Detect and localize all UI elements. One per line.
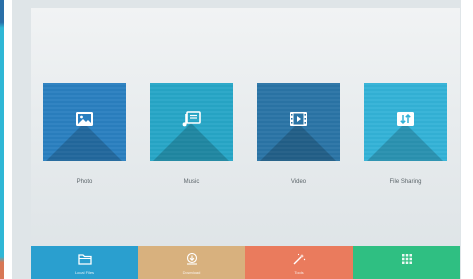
music-icon bbox=[182, 111, 201, 127]
tile-shadow bbox=[150, 123, 233, 161]
tile-shadow bbox=[257, 123, 340, 161]
apps-grid-icon bbox=[401, 254, 412, 264]
image-icon bbox=[76, 112, 93, 126]
dock-download-label: Download bbox=[182, 270, 201, 275]
tv-media-screen: Photo Music Video File Sharing Local Fil… bbox=[0, 0, 473, 279]
right-bezel bbox=[461, 0, 473, 279]
media-home: Photo Music Video File Sharing Local Fil… bbox=[31, 8, 460, 279]
folder-icon bbox=[77, 254, 92, 265]
photo-label: Photo bbox=[76, 179, 93, 185]
bottom-dock: Local Files Download Tools bbox=[31, 246, 460, 279]
video-label: Video bbox=[290, 179, 307, 185]
magic-wand-icon bbox=[293, 253, 306, 265]
left-bezel bbox=[0, 0, 12, 279]
music-tile[interactable] bbox=[150, 83, 233, 161]
photo-tile[interactable] bbox=[43, 83, 126, 161]
dock-download[interactable]: Download bbox=[138, 246, 245, 279]
music-label: Music bbox=[183, 179, 200, 185]
tile-shadow bbox=[43, 123, 126, 161]
dock-tools-label: Tools bbox=[294, 270, 304, 275]
dock-local-files[interactable]: Local Files bbox=[31, 246, 138, 279]
file-sharing-label: File Sharing bbox=[389, 179, 422, 185]
file-sharing-tile[interactable] bbox=[364, 83, 447, 161]
dock-tools[interactable]: Tools bbox=[245, 246, 353, 279]
video-tile[interactable] bbox=[257, 83, 340, 161]
download-icon bbox=[186, 253, 197, 265]
dock-apps[interactable] bbox=[353, 246, 460, 279]
left-bezel-accent bbox=[0, 0, 4, 279]
video-icon bbox=[290, 112, 307, 126]
file-sharing-icon bbox=[397, 112, 414, 126]
tile-shadow bbox=[364, 123, 447, 161]
dock-local-files-label: Local Files bbox=[74, 270, 95, 275]
